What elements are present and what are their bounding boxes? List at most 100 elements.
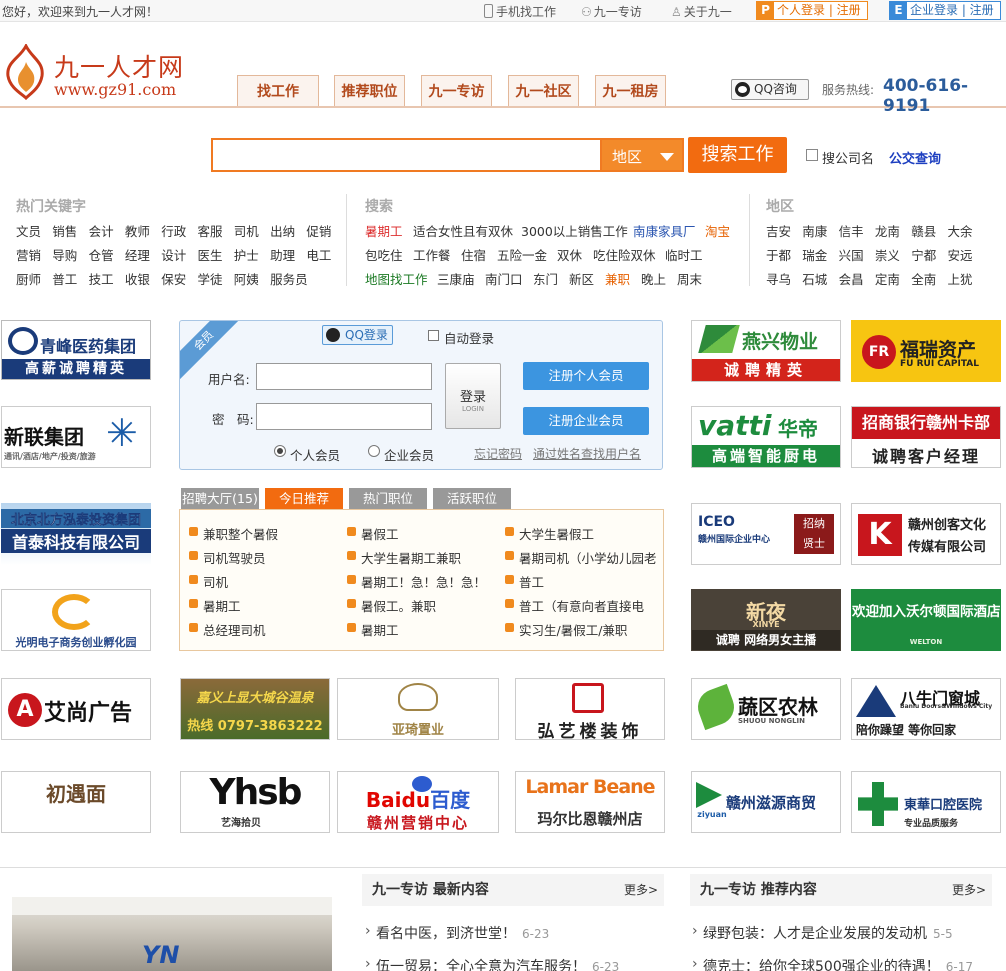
job-link[interactable]: 司机 (188, 572, 228, 591)
zhuanfang-link[interactable]: ⚇ 九一专访 (581, 3, 642, 20)
keyword-link[interactable]: 地图找工作 (365, 269, 428, 288)
ad-chuangke[interactable]: K 赣州创客文化 传媒有限公司 (851, 503, 1001, 565)
tab-community[interactable]: 九一社区 (508, 75, 579, 107)
keyword-link[interactable]: 信丰 (839, 221, 864, 240)
recommend-more-link[interactable]: 更多> (952, 874, 986, 906)
keyword-link[interactable]: 兴国 (839, 245, 864, 264)
keyword-link[interactable]: 于都 (766, 245, 791, 264)
find-username-link[interactable]: 通过姓名查找用户名 (533, 445, 641, 462)
keyword-link[interactable]: 教师 (125, 221, 150, 240)
search-input[interactable] (211, 138, 601, 172)
company-name-checkbox[interactable] (806, 149, 818, 161)
job-link[interactable]: 暑期司机（小学幼儿园老 (505, 548, 657, 567)
ad-hongyi[interactable]: 弘艺楼装饰 (515, 678, 665, 740)
personal-login-button[interactable]: P 个人登录 | 注册 (756, 1, 868, 20)
keyword-link[interactable]: 石城 (802, 269, 827, 288)
keyword-link[interactable]: 吃住险双休 (593, 245, 656, 264)
keyword-link[interactable]: 会昌 (839, 269, 864, 288)
job-link[interactable]: 暑期工 (347, 620, 399, 639)
keyword-link[interactable]: 暑期工 (365, 221, 403, 240)
ad-baniu[interactable]: 八牛门窗城 Baniu Doors&Windows City 陪你躁望 等你回家 (851, 678, 1001, 740)
auto-login-checkbox[interactable] (428, 330, 439, 341)
about-link[interactable]: ♙ 关于九一 (671, 3, 732, 20)
latest-news-item[interactable]: 伍一贸易：全心全意为汽车服务！6-23 (365, 956, 619, 971)
tab-job-hall[interactable]: 招聘大厅(15) (181, 488, 259, 510)
recommend-news-item[interactable]: 绿野包装：人才是企业发展的发动机5-5 (692, 923, 953, 943)
register-personal-button[interactable]: 注册个人会员 (523, 362, 649, 390)
keyword-link[interactable]: 寻乌 (766, 269, 791, 288)
company-login-button[interactable]: E 企业登录 | 注册 (889, 1, 1001, 20)
job-link[interactable]: 大学生暑期工兼职 (346, 548, 461, 567)
keyword-link[interactable]: 龙南 (875, 221, 900, 240)
keyword-link[interactable]: 3000以上销售工作 (521, 221, 628, 240)
keyword-link[interactable]: 三康庙 (437, 269, 475, 288)
keyword-link[interactable]: 会计 (89, 221, 114, 240)
keyword-link[interactable]: 厨师 (16, 269, 41, 288)
ad-hotspring[interactable]: 嘉义上显大城谷温泉 热线 0797-3863222 (180, 678, 330, 740)
bus-query-link[interactable]: 公交查询 (889, 148, 941, 167)
mobile-link[interactable]: 手机找工作 (484, 3, 556, 20)
keyword-link[interactable]: 宁都 (911, 245, 936, 264)
ad-cmb[interactable]: 招商银行赣州卡部 诚聘客户经理 (851, 406, 1001, 468)
region-select[interactable]: 地区 (600, 138, 684, 172)
ad-chuyu[interactable]: 初遇面 (1, 771, 151, 833)
keyword-link[interactable]: 崇义 (875, 245, 900, 264)
recommend-news-item[interactable]: 德克士：给你全球500强企业的待遇！6-17 (692, 956, 973, 971)
ad-baidu[interactable]: Baidu百度 赣州营销中心 (337, 771, 499, 833)
keyword-link[interactable]: 淘宝 (705, 221, 730, 240)
news-photo[interactable]: YN (12, 897, 332, 971)
keyword-link[interactable]: 定南 (875, 269, 900, 288)
keyword-link[interactable]: 出纳 (270, 221, 295, 240)
keyword-link[interactable]: 包吃住 (365, 245, 403, 264)
job-link[interactable]: 暑假工。兼职 (346, 596, 436, 615)
job-link[interactable]: 总经理司机 (189, 620, 266, 639)
ad-xinye[interactable]: 新夜 XINYE 诚聘 网络男女主播 (691, 589, 841, 651)
keyword-link[interactable]: 大余 (948, 221, 973, 240)
login-button[interactable]: 登录 LOGIN (445, 363, 501, 429)
ad-donghua[interactable]: 東華口腔医院 专业品质服务 (851, 771, 1001, 833)
keyword-link[interactable]: 瑞金 (802, 245, 827, 264)
keyword-link[interactable]: 保安 (161, 269, 186, 288)
ad-guangming[interactable]: 光明电子商务创业孵化园 (1, 589, 151, 651)
keyword-link[interactable]: 阿姨 (234, 269, 259, 288)
job-link[interactable]: 暑期工 (189, 596, 241, 615)
ad-shuqu[interactable]: 蔬区农林 SHUOU NONGLIN (691, 678, 841, 740)
keyword-link[interactable]: 收银 (125, 269, 150, 288)
tab-hot-jobs[interactable]: 热门职位 (349, 488, 427, 510)
keyword-link[interactable]: 学徒 (198, 269, 223, 288)
tab-recommended[interactable]: 推荐职位 (334, 75, 405, 107)
job-link[interactable]: 实习生/暑假工/兼职 (504, 620, 627, 639)
keyword-link[interactable]: 上犹 (948, 269, 973, 288)
company-member-radio[interactable] (368, 445, 380, 457)
ad-vatti[interactable]: vatti 华帝 高端智能厨电 (691, 406, 841, 468)
job-link[interactable]: 普工（有意向者直接电 (504, 596, 644, 615)
ad-iceo[interactable]: ICEO 赣州国际企业中心 招纳贤士 (691, 503, 841, 565)
job-link[interactable]: 大学生暑假工 (504, 524, 594, 543)
job-link[interactable]: 暑期工！急！急！急！ (346, 572, 486, 591)
keyword-link[interactable]: 兼职 (605, 269, 630, 288)
tab-today-recommend[interactable]: 今日推荐 (265, 488, 343, 510)
qq-consult-button[interactable]: QQ咨询 (731, 79, 809, 100)
keyword-link[interactable]: 服务员 (270, 269, 308, 288)
keyword-link[interactable]: 住宿 (461, 245, 486, 264)
latest-more-link[interactable]: 更多> (624, 874, 658, 906)
tab-active-jobs[interactable]: 活跃职位 (433, 488, 511, 510)
latest-news-item[interactable]: 看名中医，到济世堂！6-23 (365, 923, 549, 943)
job-link[interactable]: 兼职整个暑假 (188, 524, 278, 543)
site-logo[interactable]: 九一人才网 www.gz91.com (2, 44, 197, 102)
keyword-link[interactable]: 客服 (198, 221, 223, 240)
tab-find-job[interactable]: 找工作 (237, 75, 319, 107)
keyword-link[interactable]: 南门口 (485, 269, 523, 288)
ad-lamarbeane[interactable]: Lamar Beane 玛尔比恩赣州店 (515, 771, 665, 833)
ad-furui[interactable]: FR 福瑞资产 FU RUI CAPITAL (851, 320, 1001, 382)
register-company-button[interactable]: 注册企业会员 (523, 407, 649, 435)
keyword-link[interactable]: 促销 (306, 221, 331, 240)
keyword-link[interactable]: 南康 (802, 221, 827, 240)
keyword-link[interactable]: 周末 (677, 269, 702, 288)
search-button[interactable]: 搜索工作 (688, 137, 787, 173)
keyword-link[interactable]: 经理 (125, 245, 150, 264)
keyword-link[interactable]: 导购 (52, 245, 77, 264)
ad-ziyuan[interactable]: ziyuan 赣州滋源商贸 (691, 771, 841, 833)
keyword-link[interactable]: 安远 (948, 245, 973, 264)
keyword-link[interactable]: 五险一金 (497, 245, 547, 264)
